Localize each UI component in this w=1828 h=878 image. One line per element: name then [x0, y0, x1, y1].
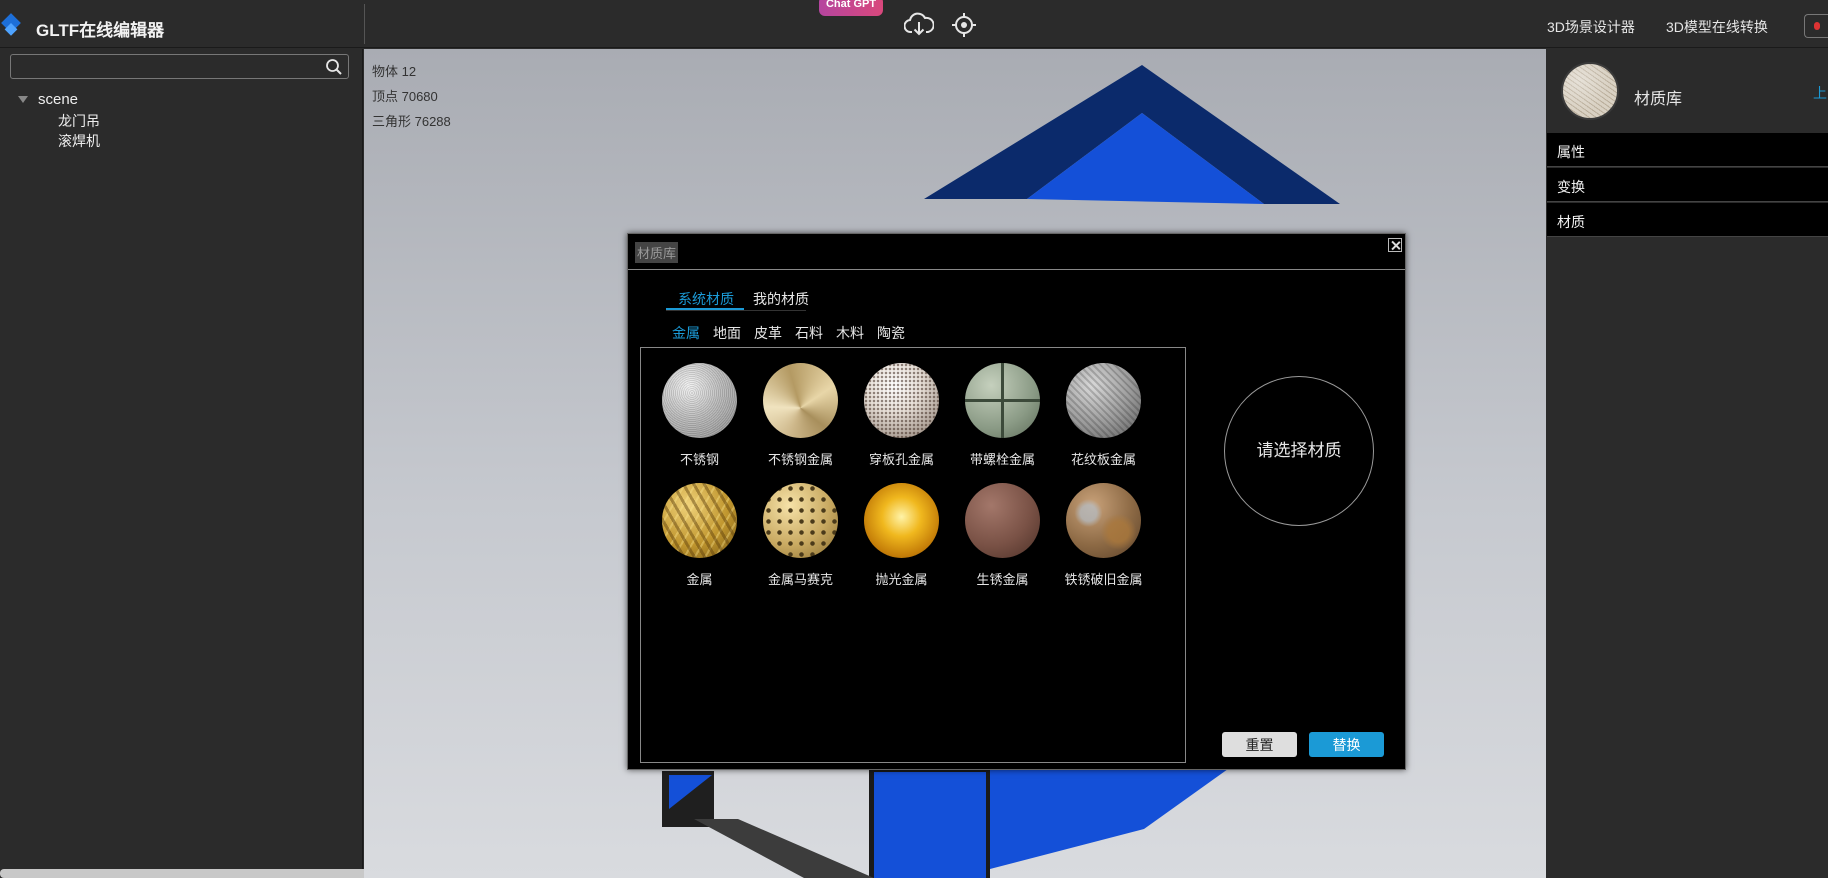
tabs-baseline	[666, 310, 806, 311]
category-leather[interactable]: 皮革	[754, 323, 782, 343]
material-grid: 不锈钢 不锈钢金属 穿板孔金属 带螺栓金属 花纹板金属 金属 金属马赛克 抛光金…	[640, 347, 1186, 763]
material-name: 铁锈破旧金属	[1064, 572, 1143, 587]
material-swatch	[1066, 363, 1141, 438]
material-thumbnail[interactable]	[1561, 62, 1619, 120]
material-item[interactable]: 生锈金属	[946, 483, 1046, 593]
tab-system-materials[interactable]: 系统材质	[678, 289, 734, 309]
replace-button[interactable]: 替换	[1309, 732, 1384, 757]
app-title: GLTF在线编辑器	[36, 21, 165, 40]
stat-vertex-count: 顶点 70680	[372, 89, 438, 104]
material-swatch	[965, 483, 1040, 558]
category-metal[interactable]: 金属	[672, 323, 700, 343]
material-name: 生锈金属	[976, 572, 1029, 587]
tree-item-gantry-crane[interactable]: 龙门吊	[58, 111, 100, 131]
category-stone[interactable]: 石料	[795, 323, 823, 343]
material-item[interactable]: 不锈钢金属	[744, 363, 844, 473]
tree-item-rolling-welder[interactable]: 滚焊机	[58, 131, 100, 151]
section-transform[interactable]: 变换	[1547, 168, 1828, 202]
material-name: 花纹板金属	[1070, 452, 1136, 467]
material-item[interactable]: 花纹板金属	[1047, 363, 1147, 473]
top-bar: GLTF在线编辑器 Chat GPT 3D场景设计器 3D模型在线转换	[0, 0, 1828, 48]
stat-object-count: 物体 12	[372, 64, 417, 79]
model-converter-link[interactable]: 3D模型在线转换	[1666, 17, 1768, 37]
dialog-header: 材质库	[628, 234, 1405, 270]
close-icon[interactable]	[1388, 238, 1402, 252]
chatgpt-badge[interactable]: Chat GPT	[819, 0, 883, 16]
material-library-dialog: 材质库 系统材质 我的材质 金属 地面 皮革 石料 木料 陶瓷 不锈钢 不锈钢金…	[627, 233, 1406, 770]
material-preview: 请选择材质	[1224, 376, 1374, 526]
material-swatch	[763, 363, 838, 438]
locate-target-icon[interactable]	[951, 12, 977, 38]
caret-down-icon[interactable]	[18, 96, 28, 103]
material-item[interactable]: 抛光金属	[845, 483, 945, 593]
scene-designer-link[interactable]: 3D场景设计器	[1547, 17, 1635, 37]
material-item[interactable]: 带螺栓金属	[946, 363, 1046, 473]
search-box	[10, 54, 349, 79]
upload-link[interactable]: 上	[1813, 83, 1828, 103]
category-ceramic[interactable]: 陶瓷	[877, 323, 905, 343]
section-properties[interactable]: 属性	[1547, 133, 1828, 167]
material-swatch	[864, 363, 939, 438]
material-swatch	[763, 483, 838, 558]
material-name: 带螺栓金属	[969, 452, 1035, 467]
material-item[interactable]: 不锈钢	[643, 363, 743, 473]
material-item[interactable]: 金属马赛克	[744, 483, 844, 593]
material-name: 不锈钢金属	[767, 452, 833, 467]
search-input[interactable]	[15, 57, 315, 76]
properties-panel: 材质库 上 属性 变换 材质	[1547, 49, 1828, 878]
search-icon[interactable]	[325, 58, 343, 76]
scene-tree-sidebar: scene 龙门吊 滚焊机	[0, 49, 363, 878]
user-avatar[interactable]	[1804, 14, 1828, 38]
material-swatch	[1066, 483, 1141, 558]
material-item[interactable]: 铁锈破旧金属	[1047, 483, 1147, 593]
reset-button[interactable]: 重置	[1222, 732, 1297, 757]
category-floor[interactable]: 地面	[713, 323, 741, 343]
material-name: 抛光金属	[875, 572, 928, 587]
category-wood[interactable]: 木料	[836, 323, 864, 343]
material-swatch	[662, 363, 737, 438]
dialog-title: 材质库	[635, 242, 679, 263]
material-name: 金属	[686, 572, 713, 587]
material-swatch	[662, 483, 737, 558]
material-swatch	[965, 363, 1040, 438]
material-name: 穿板孔金属	[868, 452, 934, 467]
material-name: 不锈钢	[679, 452, 719, 467]
active-tab-underline	[666, 308, 744, 310]
cloud-download-icon[interactable]	[904, 12, 934, 38]
stat-triangle-count: 三角形 76288	[372, 114, 451, 129]
material-library-label: 材质库	[1634, 91, 1683, 108]
tab-my-materials[interactable]: 我的材质	[753, 289, 809, 309]
material-swatch	[864, 483, 939, 558]
topbar-divider	[364, 4, 365, 44]
app-logo-icon	[1, 13, 21, 33]
section-material[interactable]: 材质	[1547, 203, 1828, 237]
material-item[interactable]: 穿板孔金属	[845, 363, 945, 473]
material-name: 金属马赛克	[767, 572, 833, 587]
tree-root-label[interactable]: scene	[38, 91, 78, 108]
material-item[interactable]: 金属	[643, 483, 743, 593]
